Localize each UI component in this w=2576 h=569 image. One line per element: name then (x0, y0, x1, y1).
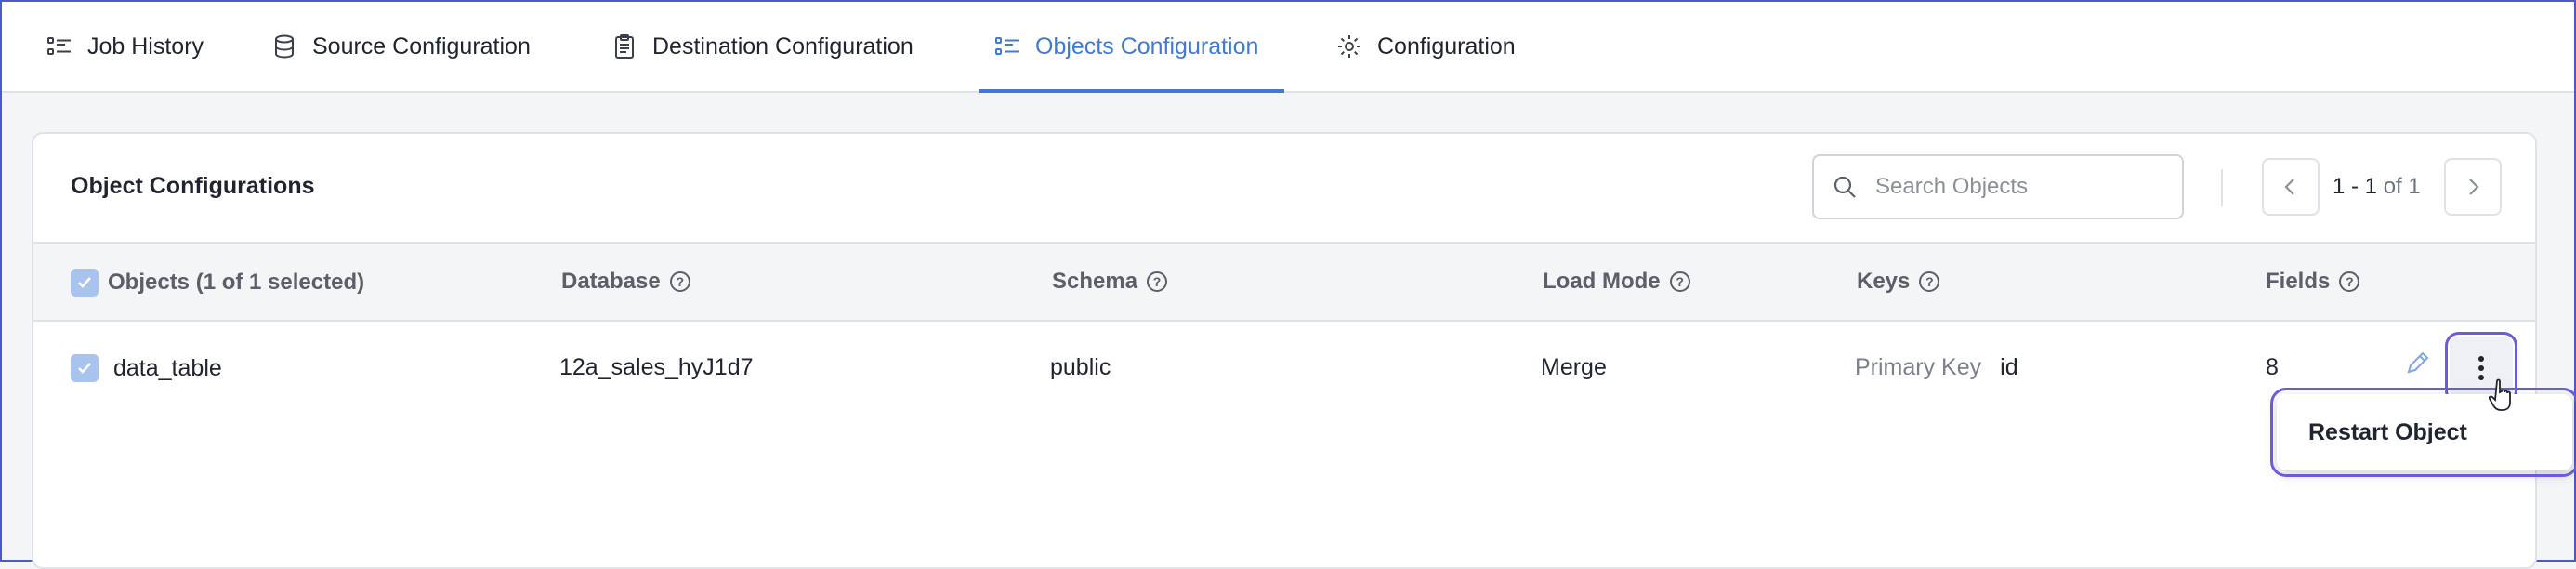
tab-objects-configuration[interactable]: Objects Configuration (979, 2, 1284, 93)
restart-object-menu-item[interactable]: Restart Object (2277, 419, 2467, 446)
search-box[interactable] (1812, 154, 2184, 219)
load-mode-header: Load Mode ? (1543, 269, 1690, 295)
fields-header-label: Fields (2266, 269, 2331, 294)
keys-cell: Primary Key id (1855, 354, 2018, 381)
object-configurations-card: Object Configurations 1 - 1 of 1 Objects… (32, 132, 2537, 569)
tab-destination-configuration[interactable]: Destination Configuration (597, 2, 928, 91)
schema-cell: public (1050, 354, 1111, 380)
tab-job-history[interactable]: Job History (32, 2, 218, 91)
help-icon[interactable]: ? (2339, 271, 2360, 292)
chevron-right-icon (2469, 179, 2479, 195)
help-icon[interactable]: ? (1669, 271, 1690, 292)
edit-button[interactable] (2405, 350, 2431, 380)
tab-label: Source Configuration (312, 33, 531, 60)
objects-header-label: Objects (1 of 1 selected) (108, 270, 365, 295)
key-type: Primary Key (1855, 354, 1982, 380)
object-name: data_table (113, 354, 222, 381)
pencil-icon (2407, 351, 2429, 374)
search-input[interactable] (1873, 173, 2156, 201)
help-icon[interactable]: ? (669, 271, 690, 292)
tab-label: Objects Configuration (1035, 33, 1259, 60)
help-icon[interactable]: ? (1147, 271, 1168, 292)
row-actions-menu: Restart Object (2270, 388, 2576, 477)
list-icon (995, 37, 1019, 55)
hand-cursor-icon (2489, 378, 2511, 411)
tab-label: Job History (87, 33, 204, 60)
tab-bar: Job History Source Configuration Destina… (2, 2, 2574, 93)
divider (2221, 169, 2223, 206)
keys-header-label: Keys (1857, 269, 1911, 294)
chevron-left-icon (2284, 179, 2294, 195)
select-all-checkbox[interactable] (71, 269, 99, 297)
database-cell: 12a_sales_hyJ1d7 (559, 354, 754, 380)
tab-configuration[interactable]: Configuration (1321, 2, 1531, 91)
pagination-total: of 1 (2383, 174, 2421, 199)
pagination-range: 1 - 1 (2333, 174, 2378, 199)
gear-icon (1338, 35, 1360, 58)
tab-label: Configuration (1377, 33, 1516, 60)
table-row[interactable]: data_table 12a_sales_hyJ1d7 public Merge… (33, 322, 2535, 415)
schema-header-label: Schema (1052, 269, 1138, 294)
previous-page-button[interactable] (2262, 158, 2320, 216)
tab-label: Destination Configuration (652, 33, 913, 60)
check-icon (78, 277, 91, 288)
tab-source-configuration[interactable]: Source Configuration (256, 2, 545, 91)
list-icon (47, 37, 71, 55)
key-value: id (2000, 354, 2018, 380)
database-icon (275, 34, 294, 59)
clipboard-icon (615, 34, 634, 59)
fields-cell: 8 (2266, 354, 2279, 380)
database-header: Database ? (561, 269, 690, 295)
next-page-button[interactable] (2444, 158, 2502, 216)
more-vertical-icon (2478, 356, 2484, 380)
search-icon (1833, 176, 1856, 198)
database-header-label: Database (561, 269, 661, 294)
load-mode-cell: Merge (1541, 354, 1607, 380)
card-title: Object Configurations (71, 173, 315, 199)
keys-header: Keys ? (1857, 269, 1940, 295)
check-icon (78, 363, 91, 374)
row-checkbox[interactable] (71, 354, 99, 382)
fields-header: Fields ? (2266, 269, 2360, 295)
table-header: Objects (1 of 1 selected) Database ? Sch… (33, 242, 2535, 322)
object-cell: data_table (71, 354, 222, 382)
load-mode-header-label: Load Mode (1543, 269, 1661, 294)
help-icon[interactable]: ? (1919, 271, 1940, 292)
schema-header: Schema ? (1052, 269, 1168, 295)
pagination-label: 1 - 1 of 1 (2333, 174, 2421, 200)
objects-header: Objects (1 of 1 selected) (71, 269, 364, 297)
